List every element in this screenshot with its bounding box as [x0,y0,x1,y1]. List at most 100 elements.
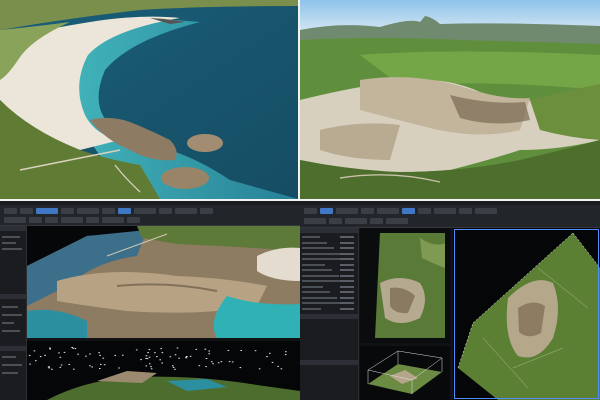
toolbar-button[interactable] [20,208,33,214]
property-row[interactable] [302,307,321,310]
model-viewport[interactable] [27,226,300,338]
tiled-model-viewport[interactable] [453,228,600,400]
property-value[interactable] [340,285,354,288]
camera-marker [258,368,261,370]
toolbar-button[interactable] [29,217,42,223]
property-row[interactable] [302,291,330,293]
property-value[interactable] [340,252,354,255]
toolbar-button[interactable] [200,208,213,214]
camera-marker [74,348,77,350]
title-bar [300,201,600,205]
toolbar-button[interactable] [102,208,115,214]
camera-marker [271,361,274,363]
toolbar-button[interactable] [386,218,408,224]
point-cloud-viewport[interactable] [27,341,300,400]
camera-marker [60,364,63,366]
toolbar-button[interactable] [127,217,140,223]
property-row[interactable] [302,285,323,288]
camera-marker [148,349,151,350]
orthomosaic-viewport[interactable] [360,228,450,343]
property-row[interactable] [302,274,339,277]
camera-marker [35,360,37,362]
toolbar-button[interactable] [175,208,197,214]
toolbar-button[interactable] [86,217,99,223]
property-row[interactable] [302,241,327,244]
property-row[interactable] [302,252,341,255]
camera-marker [135,349,138,351]
camera-marker [269,352,271,354]
camera-marker [208,350,210,352]
camera-marker [98,352,100,354]
toolbar-button[interactable] [377,208,399,214]
property-row[interactable] [302,247,334,249]
toolbar-button-active[interactable] [118,208,131,214]
property-value[interactable] [340,241,354,244]
property-row[interactable] [302,263,325,266]
toolbar-button[interactable] [61,217,83,223]
toolbar-button[interactable] [370,218,383,224]
property-row[interactable] [302,236,320,238]
camera-marker [156,356,158,358]
camera-marker [220,361,223,363]
property-row[interactable] [302,269,332,271]
toolbar-button-active[interactable] [402,208,415,214]
toolbar [0,201,300,226]
toolbar-button[interactable] [61,208,74,214]
toolbar-button[interactable] [45,217,58,223]
toolbar-button[interactable] [475,208,497,214]
properties-panel[interactable] [300,228,359,400]
toolbar-row-2 [4,216,296,224]
toolbar-button[interactable] [102,217,124,223]
toolbar-button[interactable] [304,208,317,214]
property-value[interactable] [340,263,354,266]
toolbar-button-active[interactable] [36,208,58,214]
camera-marker [102,357,105,359]
property-value[interactable] [340,274,354,277]
camera-marker [114,354,116,356]
property-row[interactable] [302,296,337,299]
property-value[interactable] [340,280,354,282]
toolbar-button[interactable] [336,208,358,214]
toolbar-button[interactable] [434,208,456,214]
camera-marker [140,359,142,361]
property-value[interactable] [340,247,354,249]
toolbar-button[interactable] [361,208,374,214]
toolbar-button[interactable] [329,218,342,224]
mesh-preview-viewport[interactable] [360,346,450,400]
property-value[interactable] [340,269,354,271]
toolbar-button[interactable] [304,218,326,224]
property-value[interactable] [340,296,354,299]
camera-marker [204,348,207,350]
title-bar [0,201,300,205]
toolbar-button[interactable] [159,208,172,214]
camera-marker [172,365,174,367]
camera-marker [240,350,242,351]
camera-marker [99,354,101,356]
property-row[interactable] [302,302,344,304]
toolbar-button[interactable] [134,208,156,214]
camera-marker [148,363,151,365]
toolbar-button-active[interactable] [320,208,333,214]
property-value[interactable] [340,236,354,238]
camera-marker [150,368,153,370]
camera-marker [145,365,148,367]
property-value[interactable] [340,302,354,304]
toolbar-button[interactable] [77,208,99,214]
toolbar-button[interactable] [418,208,431,214]
property-value[interactable] [340,307,354,310]
toolbar-button[interactable] [4,217,26,223]
property-value[interactable] [340,258,354,260]
toolbar-row-1 [4,207,296,215]
toolbar-button[interactable] [345,218,367,224]
camera-marker [63,351,66,353]
toolbar-button[interactable] [459,208,472,214]
camera-marker [174,354,177,356]
panel-header [300,228,358,233]
camera-marker [89,365,91,367]
workspace-panel[interactable] [0,226,27,400]
toolbar-button[interactable] [4,208,17,214]
camera-marker [71,347,73,348]
property-value[interactable] [340,291,354,293]
camera-marker [154,352,156,354]
camera-marker [176,347,179,349]
